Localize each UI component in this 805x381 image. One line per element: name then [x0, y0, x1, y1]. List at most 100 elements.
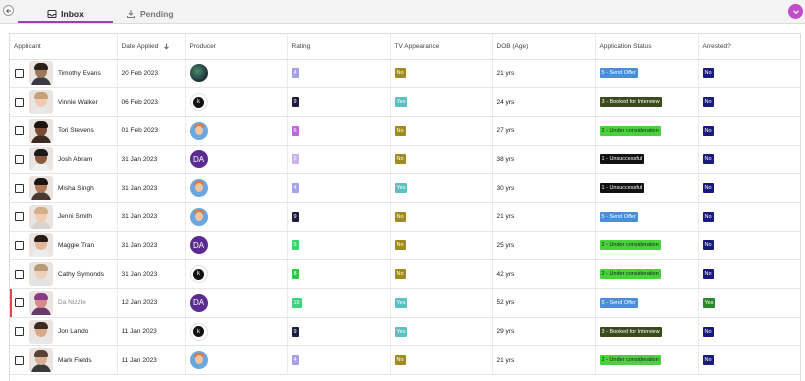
producer-cell: DA — [184, 231, 287, 261]
applicant-name[interactable]: Timothy Evans — [58, 70, 101, 77]
rating-badge: 4 — [291, 68, 299, 79]
producer-avatar — [189, 207, 208, 226]
table-row[interactable]: Misha Singh 31 Jan 2023 4 Yes 30 yrs 1 -… — [10, 173, 800, 203]
tab-inbox-label: Inbox — [61, 9, 84, 19]
dob-cell: 21 yrs — [491, 202, 595, 232]
rating-cell: 10 — [286, 288, 390, 318]
status-badge: 1 - Unsuccessful — [599, 183, 645, 194]
row-checkbox[interactable] — [15, 183, 24, 193]
date-applied-cell: 31 Jan 2023 — [116, 231, 185, 261]
arrested-badge: No — [702, 183, 714, 194]
chevron-down-icon — [792, 9, 799, 14]
row-checkbox[interactable] — [15, 327, 24, 337]
header-rating[interactable]: Rating — [286, 34, 390, 60]
producer-avatar: DA — [189, 293, 208, 312]
header-tv-appearance[interactable]: TV Appearance — [389, 34, 492, 60]
applicant-name[interactable]: Misha Singh — [58, 185, 94, 192]
status-badge: 2 - Under consideration — [599, 240, 661, 251]
row-checkbox[interactable] — [15, 97, 24, 107]
table-row[interactable]: Cathy Symonds 31 Jan 2023 k 8 No 42 yrs … — [10, 259, 800, 289]
arrested-cell: No — [697, 231, 800, 261]
applicant-name[interactable]: Maggie Tran — [58, 242, 94, 249]
producer-avatar — [189, 121, 208, 140]
header-application-status[interactable]: Application Status — [594, 34, 698, 60]
row-checkbox[interactable] — [15, 269, 24, 279]
user-menu-button[interactable] — [788, 4, 803, 19]
table-row[interactable]: Vinnie Walker 06 Feb 2023 k 9 Yes 24 yrs… — [10, 87, 800, 117]
dob-cell: 21 yrs — [491, 59, 595, 89]
table-row[interactable]: Tori Stevens 01 Feb 2023 6 No 27 yrs 2 -… — [10, 116, 800, 146]
applicant-name[interactable]: Jenni Smith — [58, 213, 92, 220]
producer-cell: k — [184, 317, 287, 347]
tv-appearance-cell: No — [389, 59, 492, 89]
tv-appearance-badge: No — [394, 68, 406, 79]
applicant-name[interactable]: Tori Stevens — [58, 127, 94, 134]
header-arrested[interactable]: Arrested? — [697, 34, 800, 60]
rating-badge: 8 — [291, 269, 299, 280]
arrested-cell: No — [697, 116, 800, 146]
row-checkbox[interactable] — [15, 68, 24, 78]
status-cell: 5 - Send Offer — [594, 202, 698, 232]
status-cell: 5 - Send Offer — [594, 288, 698, 318]
applicant-cell: Jon Lando — [10, 317, 117, 347]
tv-appearance-badge: No — [394, 154, 406, 165]
header-applicant[interactable]: Applicant — [10, 34, 117, 60]
back-arrow-icon[interactable] — [3, 5, 14, 16]
status-badge: 5 - Send Offer — [599, 68, 638, 79]
applicant-photo — [29, 118, 53, 143]
row-checkbox[interactable] — [15, 240, 24, 250]
producer-avatar — [189, 179, 208, 198]
row-checkbox[interactable] — [15, 355, 24, 365]
arrested-badge: No — [702, 355, 714, 366]
table-row[interactable]: Maggie Tran 31 Jan 2023 DA 5 No 25 yrs 2… — [10, 231, 800, 261]
dob-cell: 29 yrs — [491, 317, 595, 347]
applicant-name[interactable]: Jon Lando — [58, 328, 88, 335]
rating-badge: 4 — [291, 355, 299, 366]
status-cell: 2 - Under consideration — [594, 345, 698, 376]
row-checkbox[interactable] — [15, 126, 24, 136]
table-row[interactable]: Josh Abram 31 Jan 2023 DA 2 No 38 yrs 1 … — [10, 145, 800, 175]
date-applied-cell: 11 Jan 2023 — [116, 345, 185, 376]
applicant-name[interactable]: Josh Abram — [58, 156, 92, 163]
table-header-row: Applicant Date Applied Producer Rating T… — [10, 34, 800, 60]
arrested-cell: No — [697, 59, 800, 89]
table-row[interactable]: Da Nizzle 12 Jan 2023 DA 10 Yes 52 yrs 5… — [10, 288, 800, 318]
rating-badge: 6 — [291, 125, 299, 136]
applicant-name[interactable]: Da Nizzle — [58, 299, 86, 306]
arrested-badge: No — [702, 154, 714, 165]
producer-cell: DA — [184, 288, 287, 318]
inbox-icon — [47, 10, 57, 18]
tab-pending[interactable]: Pending — [126, 5, 174, 23]
applicant-cell: Misha Singh — [10, 173, 117, 203]
rating-cell: 4 — [286, 59, 390, 89]
date-applied-cell: 11 Jan 2023 — [116, 317, 185, 347]
dob-cell: 21 yrs — [491, 345, 595, 376]
row-checkbox[interactable] — [15, 154, 24, 164]
date-applied-cell: 31 Jan 2023 — [116, 202, 185, 232]
date-applied-cell: 31 Jan 2023 — [116, 145, 185, 175]
arrested-badge: No — [702, 240, 714, 251]
applicant-name[interactable]: Cathy Symonds — [58, 271, 104, 278]
row-checkbox[interactable] — [15, 298, 24, 308]
tv-appearance-cell: No — [389, 116, 492, 146]
dob-cell: 27 yrs — [491, 116, 595, 146]
header-date-applied[interactable]: Date Applied — [116, 34, 185, 60]
table-row[interactable]: Timothy Evans 20 Feb 2023 4 No 21 yrs 5 … — [10, 59, 800, 89]
producer-logo-icon: k — [193, 96, 204, 108]
producer-avatar — [189, 351, 208, 370]
row-checkbox[interactable] — [15, 212, 24, 222]
table-row[interactable]: Mark Fields 11 Jan 2023 4 No 21 yrs 2 - … — [10, 345, 800, 376]
rating-cell: 9 — [286, 202, 390, 232]
status-badge: 5 - Send Offer — [599, 297, 638, 308]
applicant-photo — [29, 90, 53, 115]
header-dob[interactable]: DOB (Age) — [491, 34, 595, 60]
arrested-badge: No — [702, 211, 714, 222]
tv-appearance-badge: Yes — [394, 183, 408, 194]
table-row[interactable]: Jenni Smith 31 Jan 2023 9 No 21 yrs 5 - … — [10, 202, 800, 232]
applicant-cell: Cathy Symonds — [10, 259, 117, 289]
status-cell: 5 - Send Offer — [594, 59, 698, 89]
table-row[interactable]: Jon Lando 11 Jan 2023 k 9 Yes 29 yrs 3 -… — [10, 317, 800, 347]
applicant-name[interactable]: Vinnie Walker — [58, 99, 98, 106]
applicant-name[interactable]: Mark Fields — [58, 357, 92, 364]
header-producer[interactable]: Producer — [184, 34, 287, 60]
